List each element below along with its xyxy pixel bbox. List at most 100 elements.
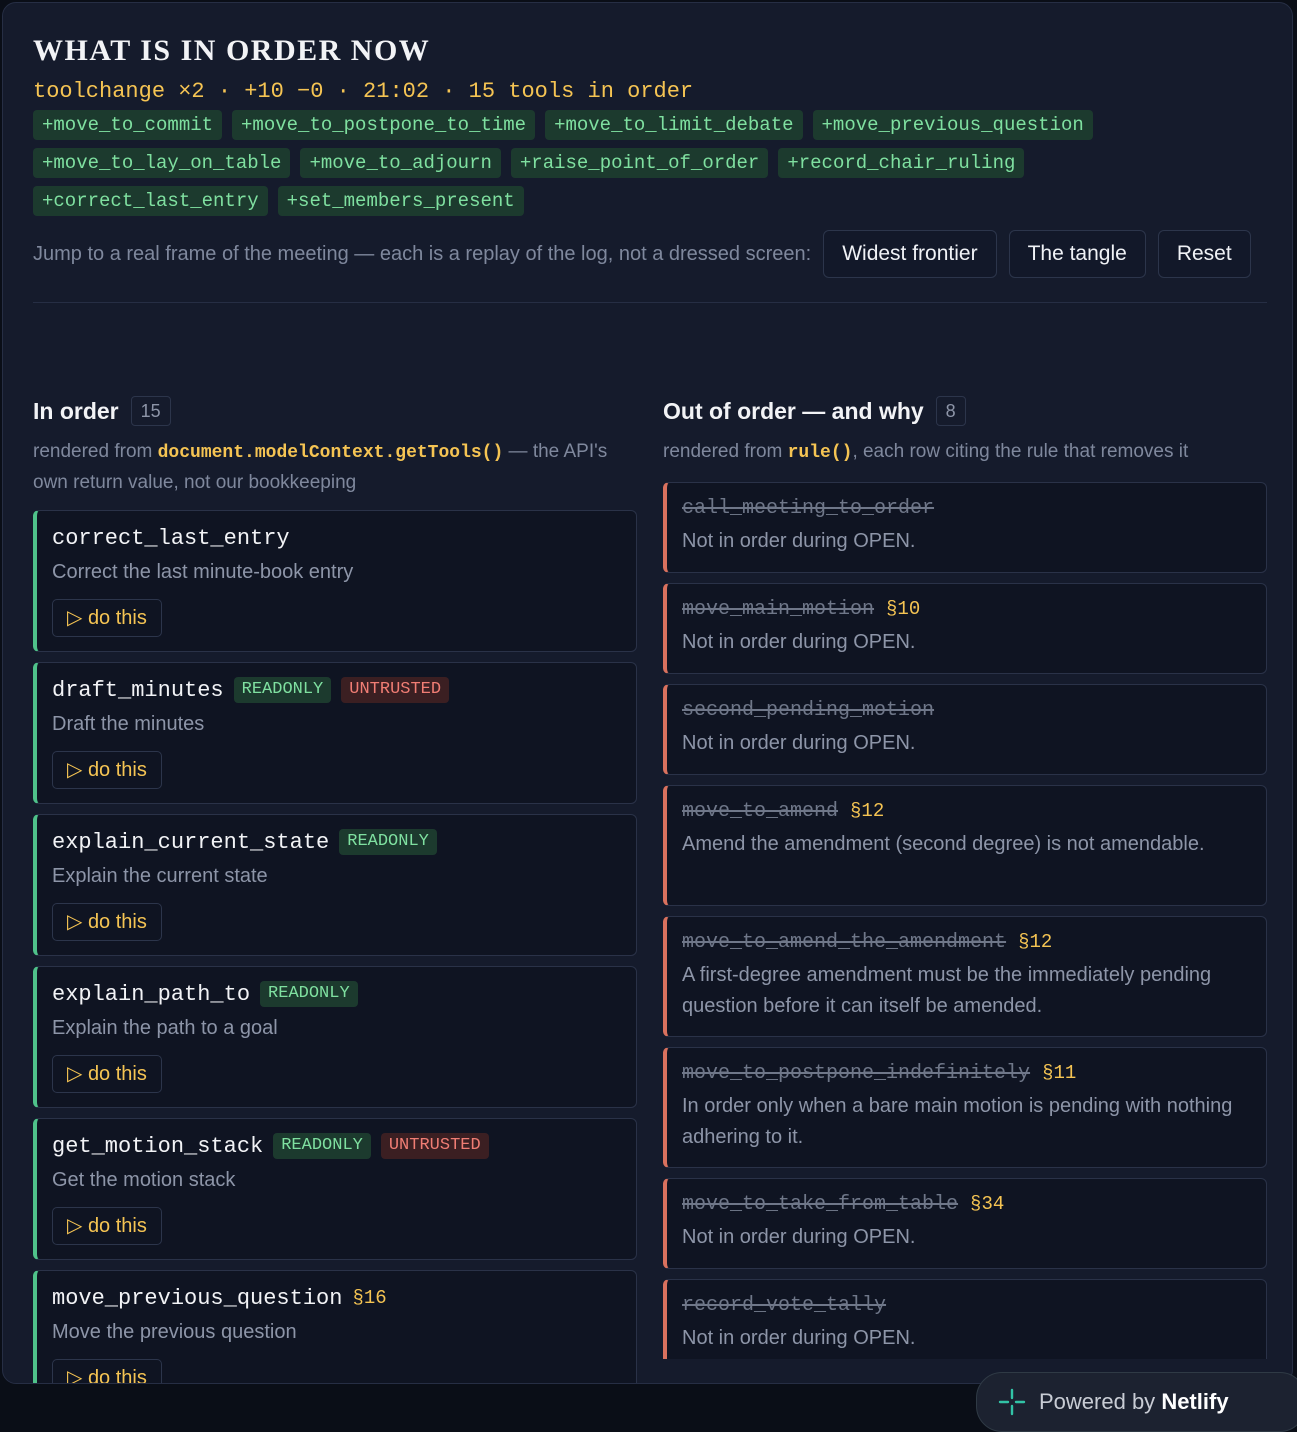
rule-reason: Not in order during OPEN. bbox=[682, 530, 916, 552]
rule-reason: Not in order during OPEN. bbox=[682, 631, 916, 653]
rule-section-ref: §12 bbox=[850, 800, 885, 822]
out-of-order-title: Out of order — and why bbox=[663, 397, 924, 424]
rule-section-ref: §34 bbox=[970, 1193, 1005, 1215]
do-this-button[interactable]: ▷ do this bbox=[52, 1359, 162, 1383]
netlify-badge[interactable]: Powered by Netlify bbox=[976, 1372, 1297, 1432]
struck-tool-name: second_pending_motion bbox=[682, 698, 935, 722]
added-tool-chip: +correct_last_entry bbox=[33, 186, 268, 216]
rule-name-row: move_main_motion §10 bbox=[682, 596, 1250, 622]
out-of-order-subtitle: rendered from rule(), each row citing th… bbox=[663, 437, 1267, 468]
out-of-order-column: Out of order — and why 8 rendered from r… bbox=[663, 393, 1267, 1359]
in-order-title: In order bbox=[33, 397, 119, 424]
rule-reason: Not in order during OPEN. bbox=[682, 1327, 916, 1349]
added-tool-chip: +move_previous_question bbox=[812, 110, 1093, 140]
rule-name-row: move_to_take_from_table §34 bbox=[682, 1191, 1250, 1217]
netlify-icon bbox=[998, 1388, 1026, 1416]
jump-row: Jump to a real frame of the meeting — ea… bbox=[33, 230, 1267, 278]
rule-name-row: move_to_amend §12 bbox=[682, 798, 1250, 824]
out-of-order-card: move_to_postpone_indefinitely §11 In order… bbox=[663, 1047, 1267, 1168]
netlify-label: Powered by Netlify bbox=[1039, 1389, 1229, 1415]
main-panel: WHAT IS IN ORDER NOW toolchange ×2 · +10… bbox=[2, 2, 1293, 1384]
out-of-order-card: call_meeting_to_order Not in order during… bbox=[663, 482, 1267, 573]
struck-tool-name: move_to_amend bbox=[682, 799, 839, 823]
rule-reason: Not in order during OPEN. bbox=[682, 732, 916, 754]
tool-card: get_motion_stack READONLY UNTRUSTED Get the… bbox=[33, 1118, 637, 1260]
do-this-button[interactable]: ▷ do this bbox=[52, 751, 162, 789]
tool-description: Draft the minutes bbox=[52, 713, 205, 735]
out-of-order-header: Out of order — and why 8 bbox=[663, 393, 1267, 429]
in-order-column: In order 15 rendered from document.model… bbox=[33, 393, 637, 1383]
tool-name: move_previous_question bbox=[52, 1285, 343, 1311]
rule-section-ref: §11 bbox=[1042, 1062, 1077, 1084]
out-of-order-card: move_main_motion §10 Not in order during O… bbox=[663, 583, 1267, 674]
tool-card: correct_last_entry Correct the last minut… bbox=[33, 510, 637, 652]
out-of-order-sub-code: rule() bbox=[787, 443, 853, 463]
rule-name-row: call_meeting_to_order bbox=[682, 495, 1250, 521]
rule-section-ref: §16 bbox=[352, 1287, 387, 1309]
tool-name-row: draft_minutes READONLY UNTRUSTED bbox=[52, 675, 620, 705]
the-tangle-button[interactable]: The tangle bbox=[1008, 230, 1146, 278]
rule-name-row: second_pending_motion bbox=[682, 697, 1250, 723]
reset-button[interactable]: Reset bbox=[1157, 230, 1251, 278]
rule-name-row: move_to_postpone_indefinitely §11 bbox=[682, 1060, 1250, 1086]
readonly-badge: READONLY bbox=[233, 677, 332, 703]
added-tool-chip: +set_members_present bbox=[277, 186, 524, 216]
jump-description: Jump to a real frame of the meeting — ea… bbox=[33, 242, 812, 265]
out-of-order-card: move_to_take_from_table §34 Not in order d… bbox=[663, 1178, 1267, 1269]
rule-reason: In order only when a bare main motion is… bbox=[682, 1095, 1233, 1148]
tool-name-row: explain_current_state READONLY bbox=[52, 827, 620, 857]
struck-tool-name: move_main_motion bbox=[682, 597, 875, 621]
struck-tool-name: call_meeting_to_order bbox=[682, 496, 935, 520]
do-this-button[interactable]: ▷ do this bbox=[52, 903, 162, 941]
out-of-order-sub-prefix: rendered from bbox=[663, 441, 788, 462]
added-tool-chip: +move_to_limit_debate bbox=[545, 110, 803, 140]
struck-tool-name: record_vote_tally bbox=[682, 1293, 887, 1317]
in-order-sub-code: document.modelContext.getTools() bbox=[157, 443, 504, 463]
tool-name-row: get_motion_stack READONLY UNTRUSTED bbox=[52, 1131, 620, 1161]
tool-name-row: explain_path_to READONLY bbox=[52, 979, 620, 1009]
widest-frontier-button[interactable]: Widest frontier bbox=[823, 230, 997, 278]
tool-description: Move the previous question bbox=[52, 1321, 297, 1343]
tool-name: explain_current_state bbox=[52, 829, 330, 855]
section-divider bbox=[33, 302, 1267, 303]
struck-tool-name: move_to_take_from_table bbox=[682, 1192, 959, 1216]
tool-name: draft_minutes bbox=[52, 677, 224, 703]
out-of-order-sub-suffix: , each row citing the rule that removes … bbox=[852, 441, 1189, 462]
tool-name-row: move_previous_question §16 bbox=[52, 1283, 620, 1313]
in-order-count: 15 bbox=[130, 396, 171, 426]
in-order-sub-prefix: rendered from bbox=[33, 441, 158, 462]
struck-tool-name: move_to_postpone_indefinitely bbox=[682, 1061, 1031, 1085]
tool-card: draft_minutes READONLY UNTRUSTED Draft the … bbox=[33, 662, 637, 804]
do-this-button[interactable]: ▷ do this bbox=[52, 1055, 162, 1093]
untrusted-badge: UNTRUSTED bbox=[380, 1133, 489, 1159]
tool-description: Get the motion stack bbox=[52, 1169, 236, 1191]
tool-name: explain_path_to bbox=[52, 981, 251, 1007]
rule-name-row: record_vote_tally bbox=[682, 1292, 1250, 1318]
out-of-order-card: move_to_amend_the_amendment §12 A first-de… bbox=[663, 916, 1267, 1037]
tool-description: Correct the last minute-book entry bbox=[52, 561, 354, 583]
added-tool-chip: +move_to_adjourn bbox=[300, 148, 501, 178]
rule-section-ref: §12 bbox=[1018, 931, 1053, 953]
added-tool-chip: +move_to_lay_on_table bbox=[33, 148, 291, 178]
tool-name-row: correct_last_entry bbox=[52, 523, 620, 553]
tool-name: get_motion_stack bbox=[52, 1133, 264, 1159]
powered-by-text: Powered by bbox=[1039, 1389, 1156, 1414]
out-of-order-card: record_vote_tally Not in order during OPE… bbox=[663, 1279, 1267, 1359]
in-order-subtitle: rendered from document.modelContext.getT… bbox=[33, 437, 637, 497]
readonly-badge: READONLY bbox=[260, 981, 358, 1007]
added-tool-chip: +raise_point_of_order bbox=[510, 148, 769, 178]
netlify-brand: Netlify bbox=[1161, 1389, 1229, 1414]
readonly-badge: READONLY bbox=[273, 1133, 371, 1159]
do-this-button[interactable]: ▷ do this bbox=[52, 599, 162, 637]
out-of-order-card: move_to_amend §12 Amend the amendment (sec… bbox=[663, 785, 1267, 906]
rule-section-ref: §10 bbox=[886, 598, 921, 620]
readonly-badge: READONLY bbox=[339, 829, 437, 855]
added-tool-chip: +move_to_postpone_to_time bbox=[232, 110, 536, 140]
out-of-order-count: 8 bbox=[935, 396, 966, 426]
page-title: WHAT IS IN ORDER NOW bbox=[33, 34, 431, 67]
in-order-tool-list[interactable]: correct_last_entry Correct the last minut… bbox=[33, 510, 637, 1383]
out-of-order-card: second_pending_motion Not in order during… bbox=[663, 684, 1267, 775]
out-of-order-rule-list[interactable]: call_meeting_to_order Not in order during… bbox=[663, 482, 1267, 1359]
rule-reason: Amend the amendment (second degree) is n… bbox=[682, 833, 1205, 855]
do-this-button[interactable]: ▷ do this bbox=[52, 1207, 162, 1245]
